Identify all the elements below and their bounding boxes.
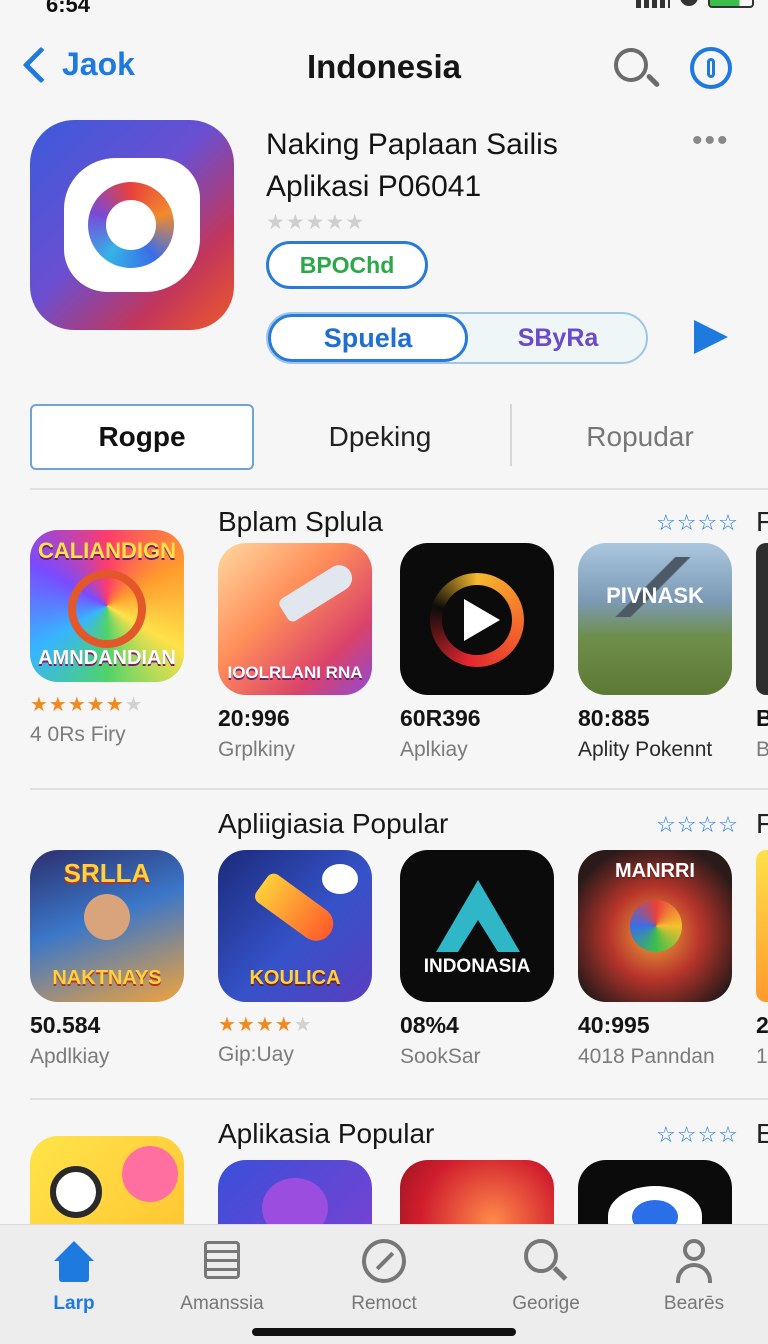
- rocket-icon: [277, 560, 357, 624]
- tabbar-item-bearēs[interactable]: Bearēs: [634, 1239, 754, 1315]
- info-icon: [707, 58, 715, 78]
- nav-bar: Jaok Indonesia: [0, 40, 768, 100]
- section-title: Bplam Splula: [218, 506, 383, 537]
- compass-icon: [362, 1239, 406, 1283]
- divider: [30, 488, 768, 490]
- tab-ropudar[interactable]: Ropudar: [550, 404, 730, 470]
- tabbar-label: Amanssia: [180, 1293, 264, 1314]
- tab-dpeking[interactable]: Dpeking: [290, 404, 470, 470]
- section-edge-label: F: [756, 506, 768, 537]
- app-tile-value: 40:995: [578, 1012, 650, 1038]
- chrome-logo-icon: [630, 900, 682, 952]
- wifi-icon: [680, 0, 698, 6]
- app-tile-value: 50.584: [30, 1012, 101, 1038]
- tabbar-label: Remoct: [351, 1293, 417, 1314]
- divider: [30, 1098, 768, 1100]
- app-tile-subtitle: 4018 Panndan: [578, 1045, 715, 1068]
- app-icon: [30, 120, 234, 330]
- info-button[interactable]: [690, 47, 732, 89]
- app-rating-stars: ★★★★★: [266, 211, 366, 234]
- app-tile-value: 60R396: [400, 705, 481, 731]
- signal-icon: [636, 0, 670, 8]
- section-stars[interactable]: ☆☆☆☆: [656, 812, 739, 838]
- divider: [30, 788, 768, 790]
- app-tile[interactable]: PIVNASK 80:885 Aplity Pokennt: [578, 543, 732, 762]
- app-tile[interactable]: KOULICA ★★★★★ Gip:Uay: [218, 850, 372, 1067]
- app-title-line1: Naking Paplaan Sailis: [266, 128, 558, 161]
- app-tile[interactable]: IOOLRLANI RNA 20:996 Grplkiny: [218, 543, 372, 762]
- rating-stars: ★★★★★★: [30, 694, 144, 716]
- app-tile-subtitle: SookSar: [400, 1045, 481, 1068]
- ring-logo-icon: [88, 182, 174, 268]
- app-tile-icon: KOULICA: [218, 850, 372, 1002]
- app-tile[interactable]: SRLLA NAKTNAYS 50.584 Apdlkiay: [30, 850, 184, 1069]
- home-indicator: [252, 1328, 516, 1336]
- avatar: [84, 894, 130, 940]
- app-tile-subtitle: Grplkiny: [218, 738, 296, 761]
- section-stars[interactable]: ☆☆☆☆: [656, 510, 739, 536]
- app-tile-icon: SRLLA NAKTNAYS: [30, 850, 184, 1002]
- segment-option-a[interactable]: Spuela: [268, 314, 468, 362]
- tabbar-item-amanssia[interactable]: Amanssia: [162, 1239, 282, 1315]
- app-tile-value: 08%4: [400, 1012, 459, 1038]
- section-stars[interactable]: ☆☆☆☆: [656, 1122, 739, 1148]
- app-tile-icon: [400, 543, 554, 695]
- app-tile-icon: CALIANDIGN AMNDANDIAN: [30, 530, 184, 682]
- app-tile-subtitle: Gip:Uay: [218, 1043, 294, 1066]
- app-tile-value: 20:996: [218, 705, 290, 731]
- play-icon[interactable]: [694, 320, 728, 354]
- section-title: Aplikasia Popular: [218, 1118, 435, 1149]
- battery-icon: [708, 0, 754, 8]
- tabbar-label: Bearēs: [663, 1293, 725, 1314]
- tabbar-label: Georige: [512, 1293, 580, 1314]
- app-title: Naking Paplaan Sailis Aplikasi P06041: [266, 124, 686, 208]
- tabbar-item-larp[interactable]: Larp: [14, 1239, 134, 1315]
- app-tile-icon: INDONASIA: [400, 850, 554, 1002]
- app-tile-subtitle: Aplkiay: [400, 738, 468, 761]
- app-tile-icon: PIVNASK: [578, 543, 732, 695]
- tabbar-item-georige[interactable]: Georige: [486, 1239, 606, 1315]
- rating-stars: ★★★★★: [218, 1014, 313, 1036]
- status-bar: 6:54: [0, 0, 768, 18]
- home-icon: [52, 1239, 96, 1283]
- app-tile-peek[interactable]: 2 1: [756, 850, 768, 1069]
- search-icon: [614, 48, 648, 82]
- app-tile-value: 80:885: [578, 705, 650, 731]
- section-edge-label: E: [756, 1118, 768, 1149]
- search-icon: [524, 1239, 568, 1283]
- tab-bar-top: Rogpe Dpeking Ropudar: [30, 404, 768, 472]
- list-icon: [200, 1239, 244, 1283]
- status-time: 6:54: [46, 0, 91, 17]
- category-badge-button[interactable]: BPOChd: [266, 241, 428, 289]
- status-icons: [636, 0, 754, 8]
- app-tile-icon: IOOLRLANI RNA: [218, 543, 372, 695]
- segmented-control: Spuela SByRa: [266, 312, 648, 364]
- app-tile-subtitle: 4 0Rs Firy: [30, 723, 126, 746]
- app-tile[interactable]: 60R396 Aplkiay: [400, 543, 554, 762]
- bottom-tab-bar: Larp Amanssia Remoct Georige Bearēs: [0, 1224, 768, 1344]
- play-icon: [464, 599, 500, 641]
- tab-rogpe[interactable]: Rogpe: [30, 404, 254, 470]
- app-tile[interactable]: INDONASIA 08%4 SookSar: [400, 850, 554, 1069]
- tab-divider: [510, 404, 512, 466]
- app-tile-peek[interactable]: B B: [756, 543, 768, 762]
- app-tile-subtitle: Apdlkiay: [30, 1045, 110, 1068]
- more-options-icon[interactable]: •••: [692, 124, 730, 158]
- tabbar-label: Larp: [53, 1293, 95, 1314]
- app-tile[interactable]: MANRRI 40:995 4018 Panndan: [578, 850, 732, 1069]
- app-title-line2: Aplikasi P06041: [266, 170, 482, 203]
- app-tile-icon: MANRRI: [578, 850, 732, 1002]
- segment-option-b[interactable]: SByRa: [468, 314, 648, 362]
- tabbar-item-remoct[interactable]: Remoct: [324, 1239, 444, 1315]
- search-button[interactable]: [612, 46, 661, 92]
- app-tile[interactable]: CALIANDIGN AMNDANDIAN ★★★★★★ 4 0Rs Firy: [30, 530, 184, 747]
- section-edge-label: F: [756, 808, 768, 839]
- app-tile-subtitle: Aplity Pokennt: [578, 738, 713, 761]
- section-title: Apliigiasia Popular: [218, 808, 449, 839]
- person-icon: [672, 1239, 716, 1283]
- chat-bubble-icon: [322, 864, 358, 894]
